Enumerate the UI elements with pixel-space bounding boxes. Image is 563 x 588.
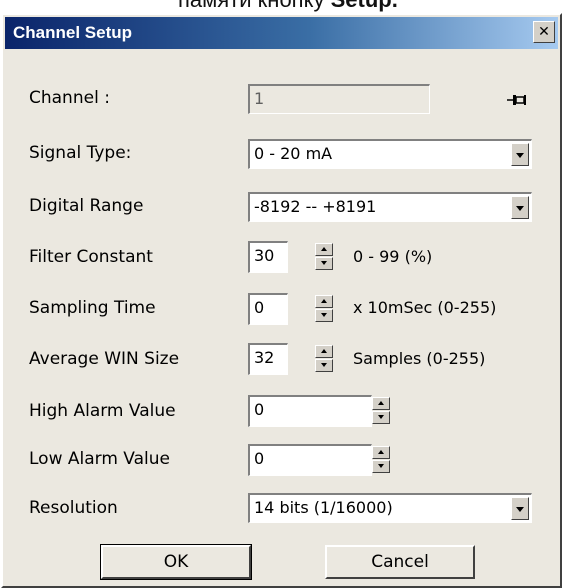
channel-field: 1 <box>248 84 430 114</box>
filter-constant-value: 30 <box>254 246 275 265</box>
pushpin-icon[interactable] <box>502 86 530 114</box>
close-button[interactable]: ✕ <box>533 21 555 43</box>
title-bar: Channel Setup ✕ <box>5 17 558 49</box>
arrow-up-icon <box>321 247 327 251</box>
arrow-down-icon <box>378 415 384 419</box>
average-win-input[interactable]: 32 <box>248 343 288 375</box>
high-alarm-label: High Alarm Value <box>29 401 176 421</box>
dialog-title: Channel Setup <box>13 23 133 42</box>
close-icon: ✕ <box>538 24 550 40</box>
arrow-down-icon <box>321 363 327 367</box>
arrow-down-icon <box>378 464 384 468</box>
arrow-up-icon <box>321 299 327 303</box>
high-alarm-spinner[interactable] <box>372 397 390 425</box>
arrow-up-icon <box>378 450 384 454</box>
spin-down-button[interactable] <box>315 257 333 270</box>
signal-type-value: 0 - 20 mA <box>254 144 333 163</box>
filter-constant-range: 0 - 99 (%) <box>353 247 433 266</box>
chevron-down-icon <box>516 153 524 158</box>
spin-down-button[interactable] <box>372 411 390 424</box>
resolution-select[interactable]: 14 bits (1/16000) <box>248 493 532 523</box>
spin-down-button[interactable] <box>315 359 333 372</box>
average-win-spinner[interactable] <box>315 345 333 373</box>
spin-up-button[interactable] <box>372 397 390 410</box>
spin-up-button[interactable] <box>372 446 390 459</box>
low-alarm-input[interactable]: 0 <box>248 444 372 476</box>
spin-up-button[interactable] <box>315 345 333 358</box>
sampling-time-range: x 10mSec (0-255) <box>353 298 497 317</box>
signal-type-label: Signal Type: <box>29 143 132 163</box>
sampling-time-spinner[interactable] <box>315 295 333 323</box>
arrow-down-icon <box>321 313 327 317</box>
filter-constant-input[interactable]: 30 <box>248 241 288 273</box>
digital-range-value: -8192 -- +8191 <box>254 197 377 216</box>
resolution-label: Resolution <box>29 498 118 518</box>
sampling-time-value: 0 <box>254 298 265 317</box>
sampling-time-label: Sampling Time <box>29 298 156 318</box>
chevron-down-icon <box>516 507 524 512</box>
average-win-range: Samples (0-255) <box>353 349 486 368</box>
spin-down-button[interactable] <box>372 460 390 473</box>
low-alarm-label: Low Alarm Value <box>29 449 170 469</box>
sampling-time-input[interactable]: 0 <box>248 293 288 325</box>
filter-constant-spinner[interactable] <box>315 243 333 271</box>
page-caption: памяти кнопку Setup. <box>178 0 398 13</box>
channel-label: Channel : <box>29 88 110 108</box>
ok-button[interactable]: OK <box>100 544 252 580</box>
spin-up-button[interactable] <box>315 295 333 308</box>
average-win-label: Average WIN Size <box>29 349 180 369</box>
arrow-up-icon <box>321 349 327 353</box>
filter-constant-label: Filter Constant <box>29 247 153 267</box>
digital-range-label: Digital Range <box>29 196 144 216</box>
digital-range-dropdown-button[interactable] <box>511 196 529 219</box>
chevron-down-icon <box>516 206 524 211</box>
spin-down-button[interactable] <box>315 309 333 322</box>
resolution-dropdown-button[interactable] <box>511 497 529 520</box>
low-alarm-spinner[interactable] <box>372 446 390 474</box>
low-alarm-value: 0 <box>254 449 265 468</box>
high-alarm-input[interactable]: 0 <box>248 395 372 427</box>
cancel-button[interactable]: Cancel <box>325 545 475 579</box>
high-alarm-value: 0 <box>254 400 265 419</box>
spin-up-button[interactable] <box>315 243 333 256</box>
signal-type-dropdown-button[interactable] <box>511 143 529 166</box>
channel-value: 1 <box>254 89 265 108</box>
arrow-down-icon <box>321 261 327 265</box>
average-win-value: 32 <box>254 348 275 367</box>
signal-type-select[interactable]: 0 - 20 mA <box>248 139 532 169</box>
resolution-value: 14 bits (1/16000) <box>254 498 393 517</box>
arrow-up-icon <box>378 401 384 405</box>
digital-range-select[interactable]: -8192 -- +8191 <box>248 192 532 222</box>
channel-setup-dialog: Channel Setup ✕ Channel : 1 Signal Type:… <box>1 13 562 588</box>
